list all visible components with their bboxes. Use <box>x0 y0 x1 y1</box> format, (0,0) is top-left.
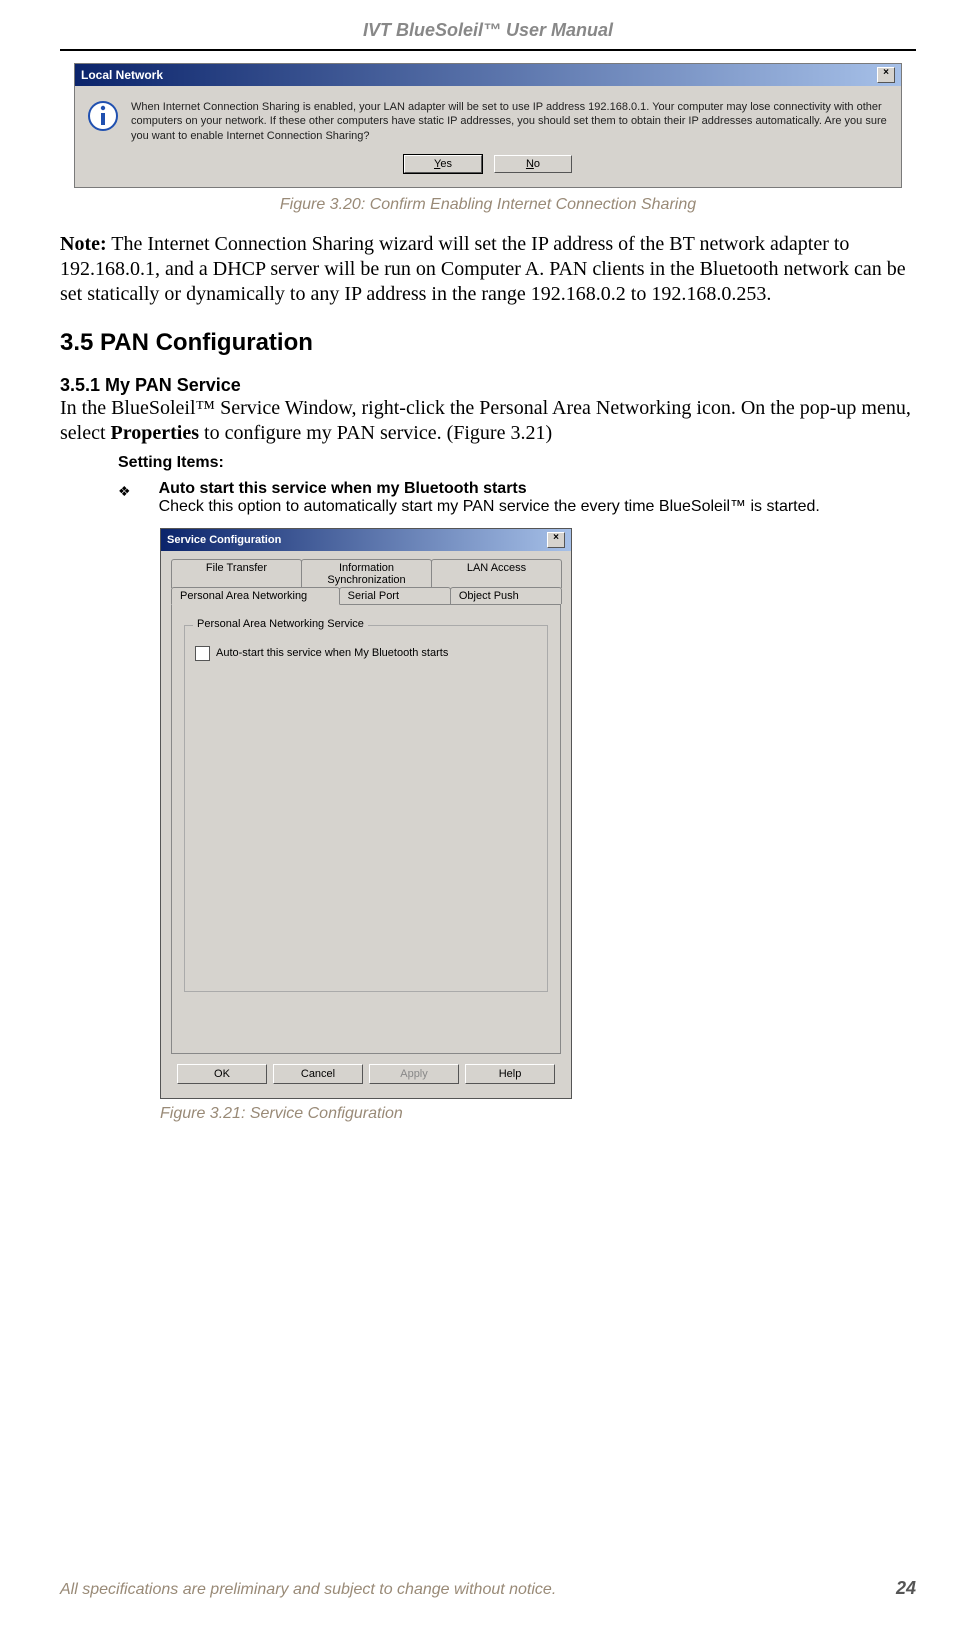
header-rule <box>60 49 916 51</box>
footer-text: All specifications are preliminary and s… <box>60 1581 556 1599</box>
figure-3-21-caption: Figure 3.21: Service Configuration <box>160 1105 916 1123</box>
setting-item-title: Auto start this service when my Bluetoot… <box>159 480 527 497</box>
autostart-checkbox[interactable] <box>195 646 210 661</box>
bullet-icon: ❖ <box>118 480 131 516</box>
no-button[interactable]: No <box>494 155 572 173</box>
figure-3-20-caption: Figure 3.20: Confirm Enabling Internet C… <box>60 196 916 214</box>
tab-lan-access[interactable]: LAN Access <box>431 559 562 588</box>
ok-button[interactable]: OK <box>177 1064 267 1084</box>
text-b: Properties <box>111 422 200 444</box>
help-button[interactable]: Help <box>465 1064 555 1084</box>
tab-panel: Personal Area Networking Service Auto-st… <box>171 604 561 1054</box>
tab-file-transfer[interactable]: File Transfer <box>171 559 302 588</box>
autostart-label: Auto-start this service when My Bluetoot… <box>216 647 448 659</box>
local-network-dialog: Local Network × When Internet Connection… <box>74 63 902 188</box>
note-text: The Internet Connection Sharing wizard w… <box>60 233 906 305</box>
tab-pan[interactable]: Personal Area Networking <box>171 587 340 605</box>
groupbox-title: Personal Area Networking Service <box>193 618 368 630</box>
section-3-5-1-heading: 3.5.1 My PAN Service <box>60 375 916 396</box>
setting-items-heading: Setting Items: <box>118 454 916 472</box>
svc-titlebar: Service Configuration × <box>161 529 571 551</box>
service-configuration-dialog: Service Configuration × File Transfer In… <box>160 528 572 1099</box>
tab-info-sync[interactable]: Information Synchronization <box>301 559 432 588</box>
setting-item-desc: Check this option to automatically start… <box>159 498 820 515</box>
setting-item: ❖ Auto start this service when my Blueto… <box>118 480 916 516</box>
tab-serial-port[interactable]: Serial Port <box>339 587 451 604</box>
dialog-title: Local Network <box>81 68 163 82</box>
text-c: to configure my PAN service. (Figure 3.2… <box>199 422 552 444</box>
close-icon[interactable]: × <box>877 67 895 83</box>
close-icon[interactable]: × <box>547 532 565 548</box>
page-header: IVT BlueSoleil™ User Manual <box>60 20 916 41</box>
pan-service-groupbox: Personal Area Networking Service Auto-st… <box>184 625 548 992</box>
section-3-5-1-text: In the BlueSoleil™ Service Window, right… <box>60 396 916 446</box>
note-paragraph: Note: The Internet Connection Sharing wi… <box>60 232 916 307</box>
svc-title: Service Configuration <box>167 534 281 546</box>
cancel-button[interactable]: Cancel <box>273 1064 363 1084</box>
note-label: Note: <box>60 233 107 255</box>
dialog-titlebar: Local Network × <box>75 64 901 86</box>
section-3-5-heading: 3.5 PAN Configuration <box>60 329 916 357</box>
page-number: 24 <box>896 1578 916 1599</box>
yes-button[interactable]: Yes <box>404 155 482 173</box>
apply-button[interactable]: Apply <box>369 1064 459 1084</box>
tab-object-push[interactable]: Object Push <box>450 587 562 604</box>
dialog-message: When Internet Connection Sharing is enab… <box>131 100 889 143</box>
info-icon <box>87 100 119 132</box>
